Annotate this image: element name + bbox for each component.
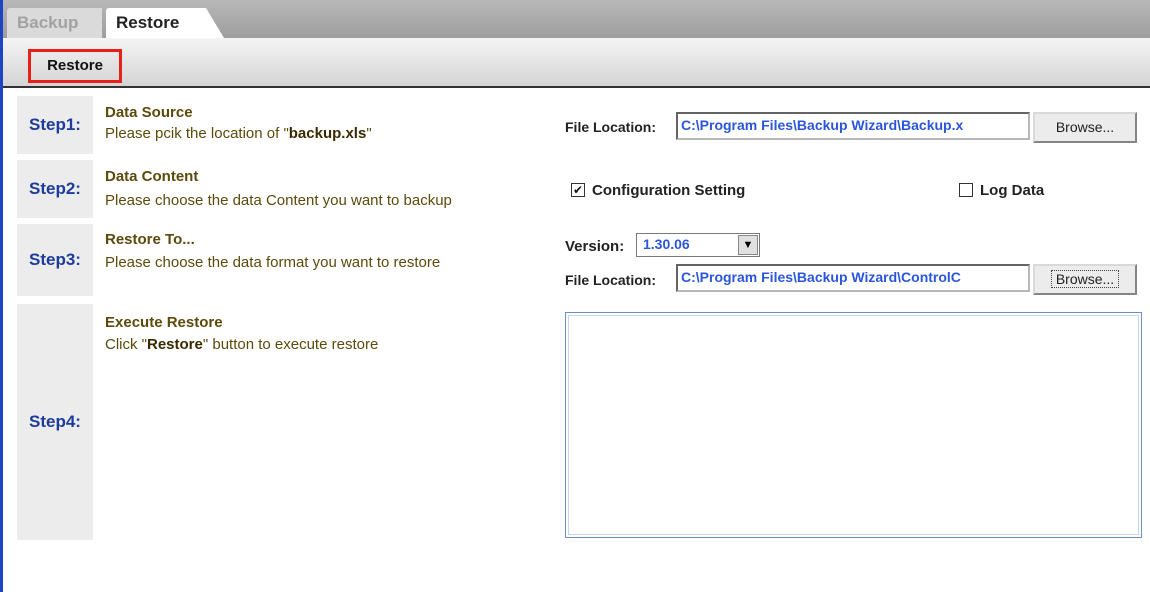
- step2-description: Please choose the data Content you want …: [105, 192, 452, 209]
- restore-log-area[interactable]: [565, 312, 1142, 538]
- step1-label: Step1:: [17, 96, 93, 154]
- step3-title: Restore To...: [105, 231, 195, 248]
- chevron-down-icon[interactable]: ▼: [738, 235, 758, 255]
- step1-browse-button[interactable]: Browse...: [1033, 112, 1137, 143]
- restore-button[interactable]: Restore: [28, 49, 122, 83]
- version-label: Version:: [565, 238, 625, 255]
- step4-description: Click "Restore" button to execute restor…: [105, 336, 379, 353]
- step3-label: Step3:: [17, 224, 93, 296]
- configuration-setting-checkbox[interactable]: ✔: [571, 183, 585, 197]
- version-select[interactable]: 1.30.06 ▼: [636, 233, 760, 257]
- check-icon: ✔: [572, 183, 584, 197]
- step4-label: Step4:: [17, 304, 93, 540]
- toolbar: Restore: [3, 38, 1150, 88]
- tab-backup[interactable]: Backup: [7, 8, 102, 38]
- step2-label: Step2:: [17, 160, 93, 218]
- log-data-label: Log Data: [980, 182, 1045, 199]
- step4-title: Execute Restore: [105, 314, 223, 331]
- step1-file-path-input[interactable]: C:\Program Files\Backup Wizard\Backup.x: [676, 112, 1030, 140]
- window-left-edge: [0, 0, 3, 592]
- step1-description: Please pcik the location of "backup.xls": [105, 125, 372, 142]
- step2-title: Data Content: [105, 168, 199, 185]
- step3-description: Please choose the data format you want t…: [105, 254, 441, 271]
- step1-file-location-label: File Location:: [565, 119, 656, 135]
- restore-log-content: [568, 315, 1139, 535]
- version-value: 1.30.06: [643, 236, 690, 252]
- configuration-setting-label: Configuration Setting: [592, 182, 746, 199]
- step1-title: Data Source: [105, 104, 193, 121]
- step3-file-location-label: File Location:: [565, 272, 656, 288]
- tab-restore[interactable]: Restore: [106, 8, 224, 38]
- step3-file-path-input[interactable]: C:\Program Files\Backup Wizard\ControlC: [676, 264, 1030, 292]
- log-data-checkbox[interactable]: [959, 183, 973, 197]
- step3-browse-button[interactable]: Browse...: [1033, 264, 1137, 295]
